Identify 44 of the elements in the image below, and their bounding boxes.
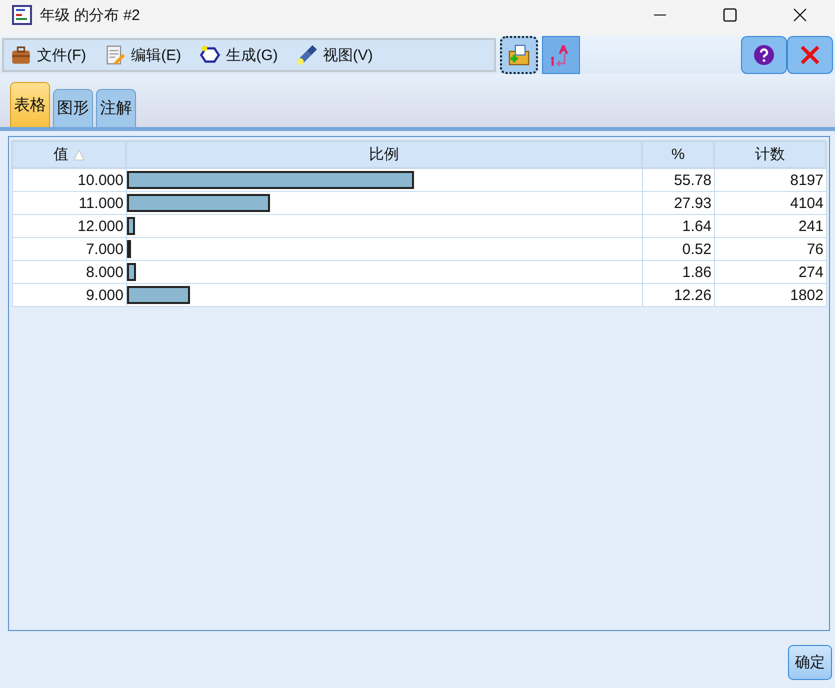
tab[interactable]: 图形 bbox=[53, 89, 93, 127]
table-cell: 8.000 bbox=[12, 260, 126, 284]
table-cell: 0.52 bbox=[642, 238, 714, 260]
briefcase-icon bbox=[10, 44, 32, 66]
table-cell: 55.78 bbox=[642, 168, 714, 192]
folder-add-button[interactable] bbox=[500, 36, 538, 74]
table-cell: 1.86 bbox=[642, 260, 714, 284]
table-cell: 8197 bbox=[714, 168, 826, 192]
chart-window-icon bbox=[12, 5, 32, 25]
window-title: 年级 的分布 #2 bbox=[40, 6, 140, 24]
help-icon bbox=[753, 44, 775, 66]
minimize-icon bbox=[653, 14, 667, 16]
table-cell: 27.93 bbox=[642, 192, 714, 214]
flashlight-icon bbox=[296, 44, 318, 66]
table-cell: 4104 bbox=[714, 192, 826, 214]
table-cell: 76 bbox=[714, 238, 826, 260]
close-icon bbox=[799, 44, 821, 66]
menu-item[interactable]: 文件(F) bbox=[10, 40, 100, 70]
menu-item[interactable]: 编辑(E) bbox=[104, 40, 196, 70]
table-cell: 12.26 bbox=[642, 284, 714, 306]
table-cell: 10.000 bbox=[12, 168, 126, 192]
tab[interactable]: 注解 bbox=[96, 89, 136, 127]
tab[interactable]: 表格 bbox=[10, 82, 50, 127]
column-header[interactable]: 值 bbox=[12, 141, 126, 168]
maximize-icon bbox=[723, 8, 737, 22]
table-cell: 9.000 bbox=[12, 284, 126, 306]
menu-item[interactable]: 生成(G) bbox=[199, 40, 292, 70]
table-cell: 7.000 bbox=[12, 238, 126, 260]
column-header[interactable]: % bbox=[642, 141, 714, 168]
folder-add-icon bbox=[507, 43, 531, 67]
table-cell: 1802 bbox=[714, 284, 826, 306]
sort-ascending-icon bbox=[72, 148, 84, 160]
help-button[interactable] bbox=[741, 36, 787, 74]
table-cell: 274 bbox=[714, 260, 826, 284]
table-cell: 1.64 bbox=[642, 214, 714, 238]
table-cell: 241 bbox=[714, 214, 826, 238]
column-header[interactable]: 计数 bbox=[714, 141, 826, 168]
ok-button[interactable]: 确定 bbox=[788, 645, 832, 680]
table-cell: 11.000 bbox=[12, 192, 126, 214]
table-cell: 12.000 bbox=[12, 214, 126, 238]
close-icon bbox=[793, 8, 807, 22]
document-pencil-icon bbox=[104, 44, 126, 66]
column-header[interactable]: 比例 bbox=[126, 141, 642, 168]
menu-item[interactable]: 视图(V) bbox=[296, 40, 387, 70]
